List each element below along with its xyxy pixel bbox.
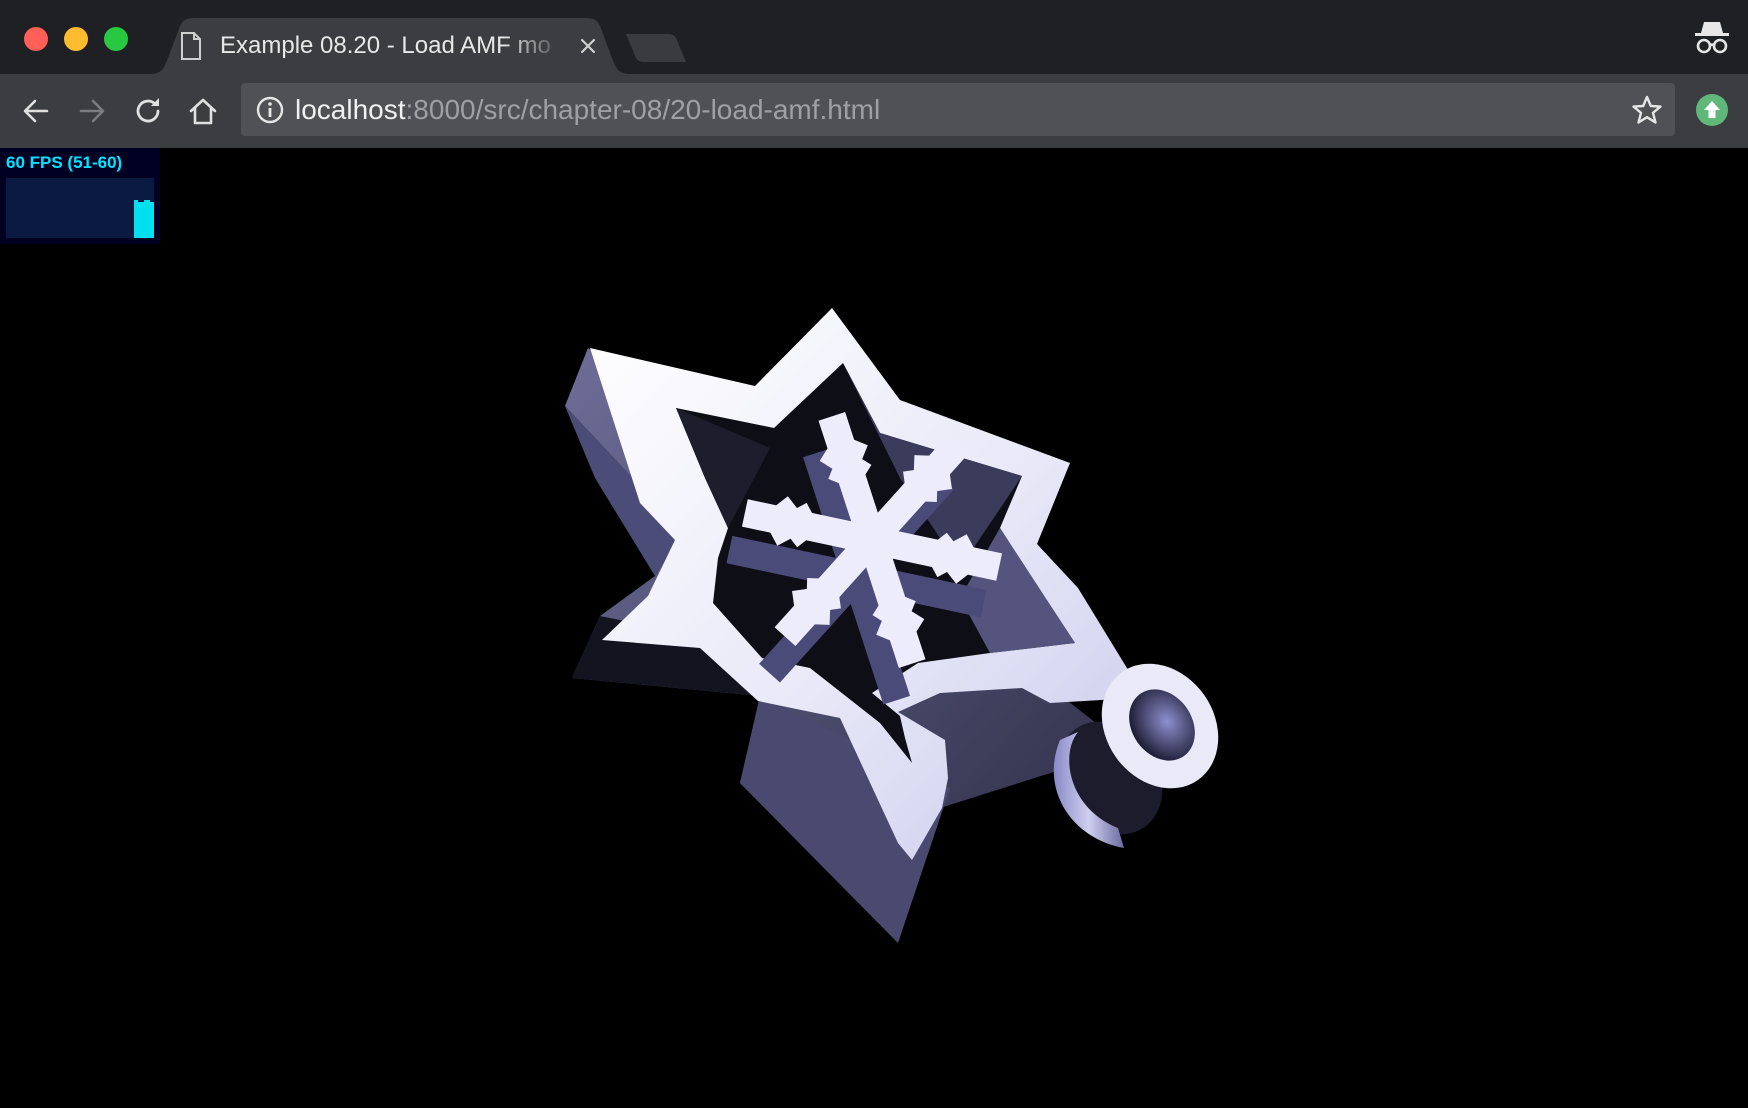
close-window-button[interactable] xyxy=(24,27,48,51)
info-icon[interactable] xyxy=(255,95,285,125)
fps-label: 60 FPS (51-60) xyxy=(6,153,123,172)
url-text[interactable]: localhost:8000/src/chapter-08/20-load-am… xyxy=(295,92,880,128)
forward-button[interactable] xyxy=(73,92,111,130)
fps-graph-bar xyxy=(144,200,150,204)
reload-button[interactable] xyxy=(129,92,167,130)
fps-stats-panel[interactable]: 60 FPS (51-60) xyxy=(0,148,160,244)
back-arrow-icon xyxy=(23,99,49,123)
url-host: localhost xyxy=(295,94,406,125)
toolbar: localhost:8000/src/chapter-08/20-load-am… xyxy=(0,74,1748,148)
star-icon[interactable] xyxy=(1631,94,1663,126)
fps-graph-bar xyxy=(134,202,154,238)
address-bar[interactable]: localhost:8000/src/chapter-08/20-load-am… xyxy=(241,83,1675,136)
page-viewport: 60 FPS (51-60) xyxy=(0,148,1748,1108)
fps-graph xyxy=(6,178,154,238)
browser-window: Example 08.20 - Load AMF mo localhost:80… xyxy=(0,0,1748,1108)
back-button[interactable] xyxy=(17,92,55,130)
title-bar: Example 08.20 - Load AMF mo xyxy=(0,0,1748,74)
page-icon xyxy=(181,32,201,60)
forward-arrow-icon xyxy=(79,99,105,123)
home-button[interactable] xyxy=(184,92,222,130)
reload-icon xyxy=(136,98,160,123)
amf-model-render[interactable] xyxy=(0,148,1748,1108)
upload-arrow-icon[interactable] xyxy=(1695,93,1729,127)
new-tab-button[interactable] xyxy=(622,32,688,64)
close-icon[interactable] xyxy=(574,32,602,60)
tab-title: Example 08.20 - Load AMF mo xyxy=(220,32,551,59)
fps-graph-bar xyxy=(134,200,138,204)
minimize-window-button[interactable] xyxy=(64,27,88,51)
url-path: :8000/src/chapter-08/20-load-amf.html xyxy=(405,94,881,125)
home-icon xyxy=(189,98,217,125)
maximize-window-button[interactable] xyxy=(104,27,128,51)
active-tab[interactable]: Example 08.20 - Load AMF mo xyxy=(150,18,630,74)
incognito-icon xyxy=(1695,22,1729,54)
